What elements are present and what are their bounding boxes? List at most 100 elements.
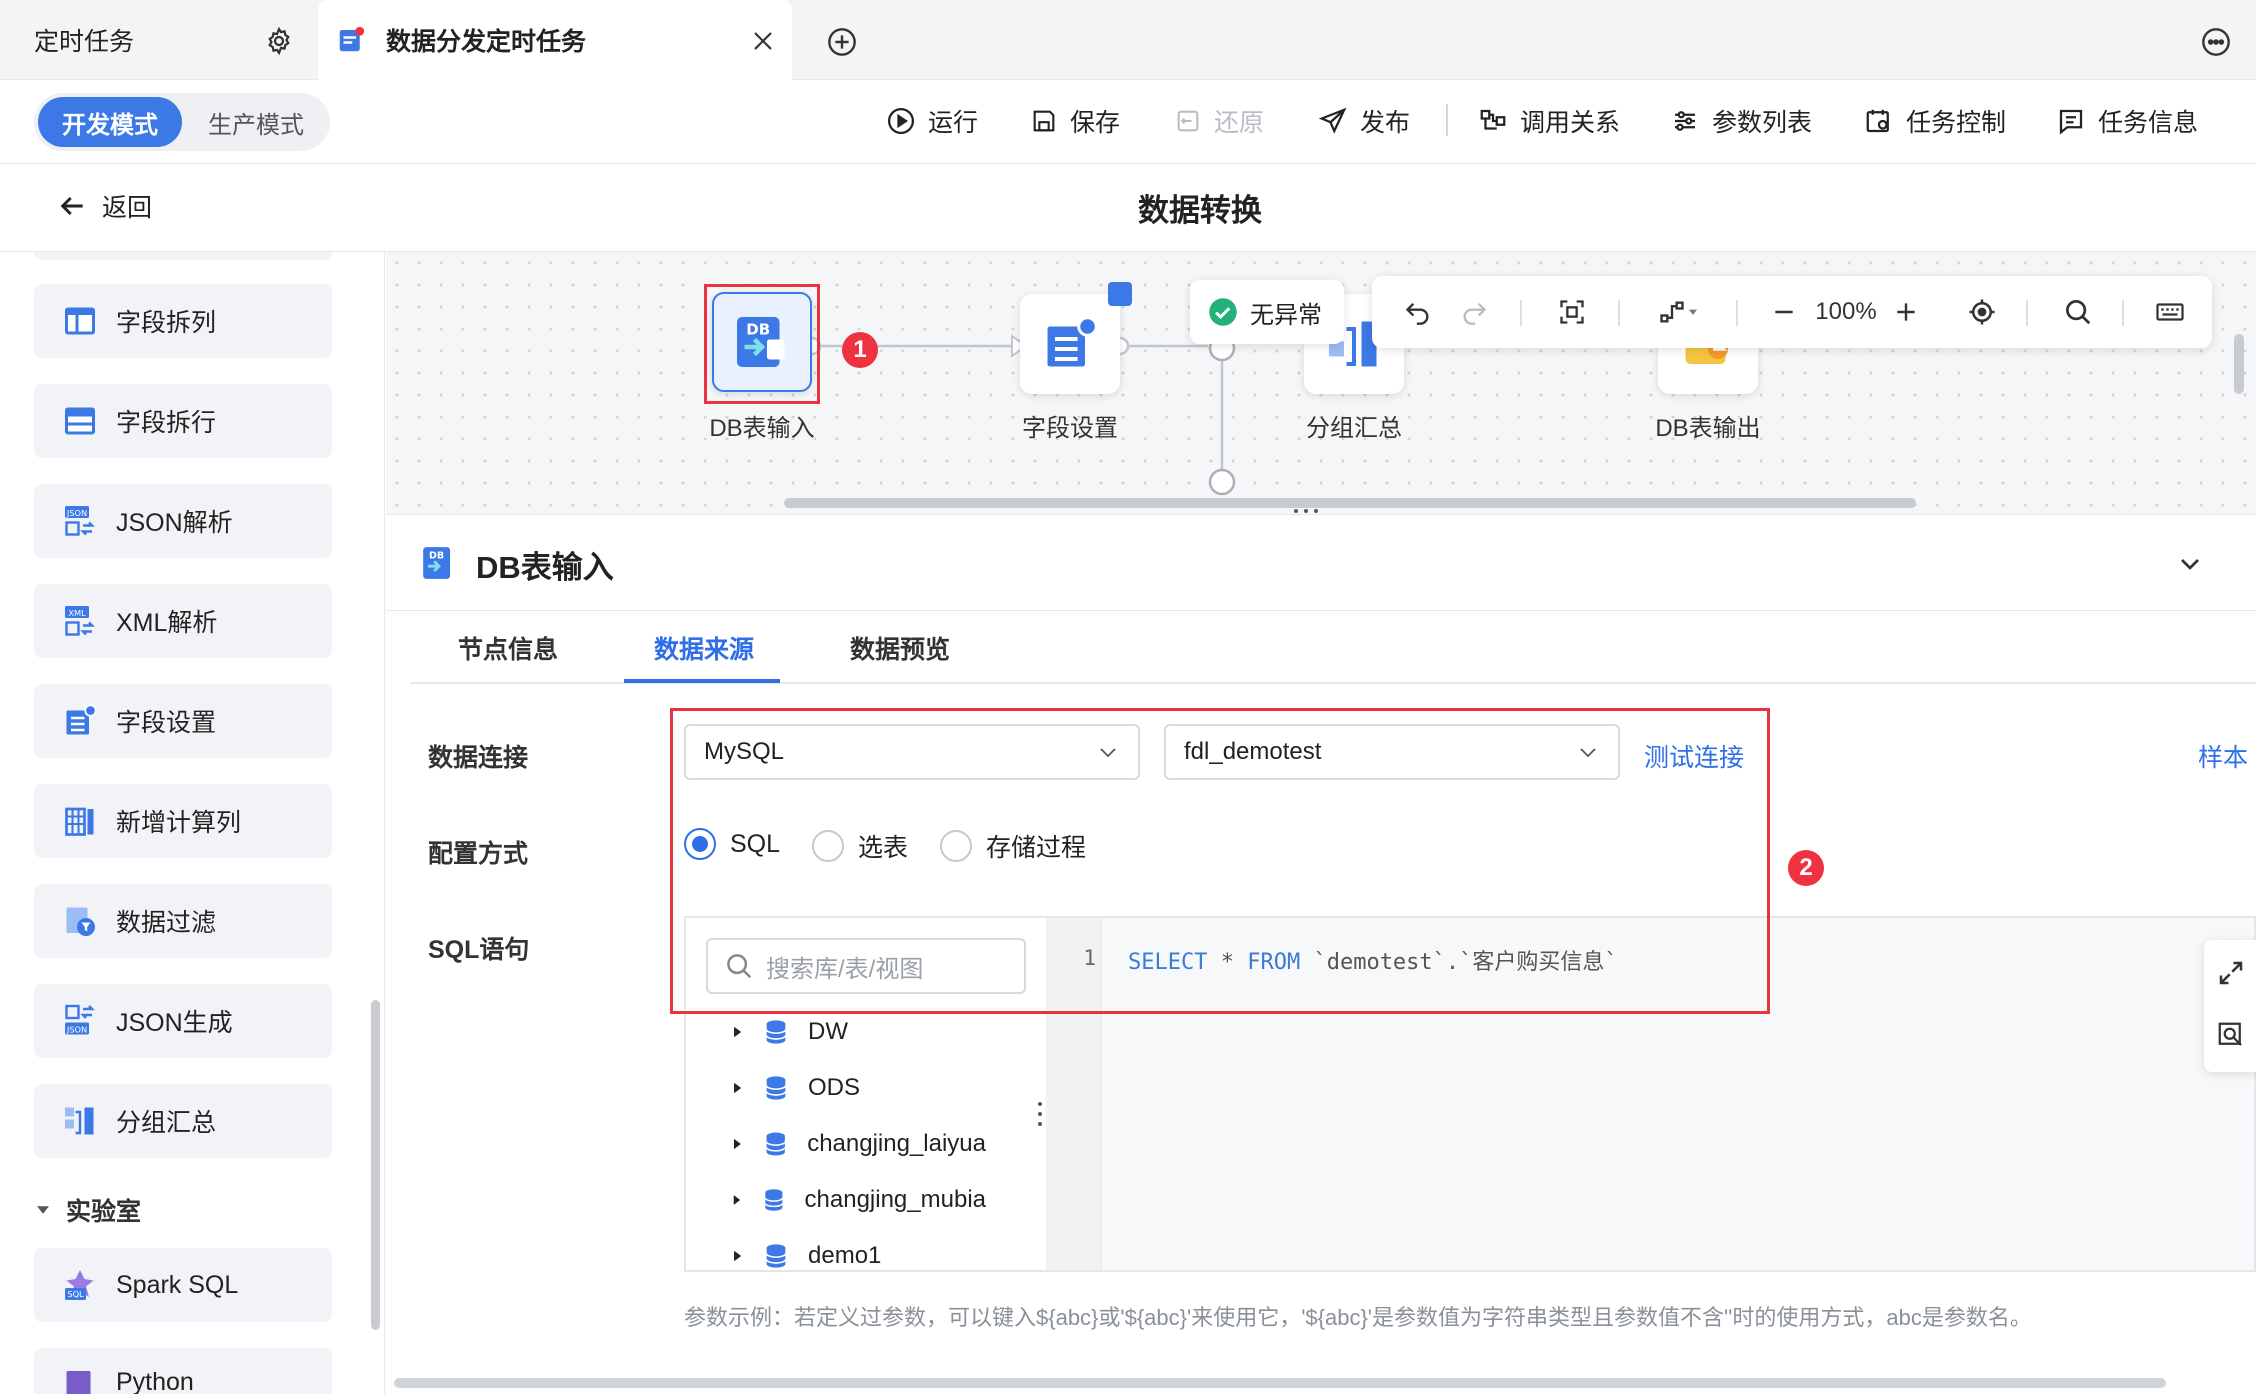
tab-data-distribution[interactable]: 数据分发定时任务 [318,0,792,80]
split-rows-icon [65,407,95,435]
connection-label: 数据连接 [428,744,529,772]
python-icon [66,1371,91,1394]
status-label: 无异常 [1250,301,1322,329]
node-label: 分组汇总 [1306,415,1402,442]
split-columns-icon [65,307,95,335]
search-icon[interactable] [2056,276,2100,348]
node-field-settings[interactable] [1020,294,1120,394]
highlight-data-source-config [670,708,1770,1014]
page-title: 数据转换 [1138,193,1262,228]
task-file-icon [336,25,366,55]
node-label: DB表输出 [1655,415,1761,442]
fit-view-icon[interactable] [1550,276,1594,348]
xml-parse-icon: XML [65,606,95,636]
database-icon [765,1244,787,1268]
panel-divider [386,514,2256,515]
task-control-button[interactable]: 任务控制 [1864,98,2006,144]
status-indicator[interactable]: 无异常 [1190,280,1344,344]
close-icon[interactable] [746,24,780,58]
spark-sql-icon: SQL [65,1270,94,1300]
canvas-toolbar-divider [2122,300,2124,326]
save-button[interactable]: 保存 [1030,98,1120,144]
relations-button[interactable]: 调用关系 [1478,98,1620,144]
zoom-level: 100% [1815,298,1877,325]
active-tab-indicator [624,679,780,683]
undo-icon[interactable] [1396,276,1440,348]
sidebar-item-split-rows[interactable]: 字段拆行 [34,384,332,458]
publish-button[interactable]: 发布 [1318,98,1410,144]
link-icon[interactable] [1108,282,1132,306]
more-icon[interactable] [2198,24,2234,60]
params-button[interactable]: 参数列表 [1670,98,1812,144]
prod-mode-button[interactable]: 生产模式 [184,97,328,147]
expand-icon[interactable] [2216,958,2246,988]
field-settings-icon [1047,316,1098,367]
sidebar-item-json-generate[interactable]: JSON JSON生成 [34,984,332,1058]
sidebar-item-label: XML解析 [116,609,218,637]
sidebar-item-label: JSON解析 [116,509,233,537]
canvas-toolbar-divider [1520,300,1522,326]
relations-label: 调用关系 [1520,109,1621,137]
tree-item-label: demo1 [808,1242,882,1269]
task-control-icon [1866,109,1889,133]
sample-link[interactable]: 样本 [2198,738,2248,774]
zoom-in-icon[interactable] [1886,276,1926,348]
tab-data-source[interactable]: 数据来源 [654,630,754,666]
lab-group-header[interactable]: 实验室 [34,1192,141,1228]
tree-item[interactable]: DW [730,1012,848,1052]
sidebar-item-split-columns[interactable]: 字段拆列 [34,284,332,358]
task-info-button[interactable]: 任务信息 [2056,98,2198,144]
connector-style-icon[interactable] [1644,276,1714,348]
annotation-badge-1: 1 [842,332,878,368]
toolbar-divider [1446,104,1448,136]
database-icon [764,1189,783,1211]
sidebar-item-partial [34,252,332,260]
sidebar-item-calc-column[interactable]: 新增计算列 [34,784,332,858]
panel-title: DB表输入 [476,550,614,585]
tab-data-preview[interactable]: 数据预览 [850,630,950,666]
param-hint-text: 参数示例：若定义过参数，可以键入${abc}或'${abc}'来使用它，'${a… [684,1305,2032,1330]
format-icon[interactable] [2216,1020,2246,1050]
add-tab-icon[interactable] [824,24,860,60]
redo-icon[interactable] [1452,276,1496,348]
sidebar-item-field-settings[interactable]: 字段设置 [34,684,332,758]
tree-item[interactable]: changjing_laiyua [730,1124,986,1164]
sidebar-item-xml-parse[interactable]: XML XML解析 [34,584,332,658]
keyboard-icon[interactable] [2148,276,2192,348]
collapse-chevron-icon[interactable] [2174,548,2206,580]
db-input-icon: DB [420,544,458,582]
canvas-horizontal-scrollbar[interactable] [784,498,1916,508]
sidebar-item-python[interactable]: Python [34,1348,332,1394]
zoom-out-icon[interactable] [1764,276,1804,348]
canvas-vertical-scrollbar[interactable] [2234,334,2244,394]
sidebar-item-label: 字段拆行 [116,409,217,437]
database-icon [765,1020,787,1044]
panel-header-divider [386,610,2256,611]
gear-icon[interactable] [262,24,296,58]
tab-label: 定时任务 [34,28,135,56]
dev-mode-button[interactable]: 开发模式 [38,97,182,147]
tree-item[interactable]: ODS [730,1068,860,1108]
node-db-input[interactable]: DB [712,292,812,392]
json-parse-icon: JSON [65,506,95,536]
run-button[interactable]: 运行 [886,98,978,144]
sidebar-item-json-parse[interactable]: JSON JSON解析 [34,484,332,558]
sidebar-item-label: Spark SQL [116,1270,239,1299]
run-label: 运行 [928,109,979,137]
restore-button[interactable]: 还原 [1174,98,1264,144]
sidebar-item-spark-sql[interactable]: SQL Spark SQL [34,1248,332,1322]
sidebar-scrollbar[interactable] [371,1000,380,1330]
tab-node-info[interactable]: 节点信息 [458,630,558,666]
tree-item[interactable]: changjing_mubia [730,1180,986,1220]
sidebar-item-filter[interactable]: 数据过滤 [34,884,332,958]
sidebar-item-group-summary[interactable]: 分组汇总 [34,1084,332,1158]
config-mode-label: 配置方式 [428,840,529,868]
panel-horizontal-scrollbar[interactable] [394,1378,2166,1388]
locate-icon[interactable] [1960,276,2004,348]
tree-item[interactable]: demo1 [730,1236,881,1276]
sidebar-item-label: 数据过滤 [116,909,217,937]
restore-icon [1177,110,1199,132]
caret-right-icon [734,1250,742,1262]
params-label: 参数列表 [1712,109,1813,137]
tree-item-label: DW [808,1018,848,1045]
